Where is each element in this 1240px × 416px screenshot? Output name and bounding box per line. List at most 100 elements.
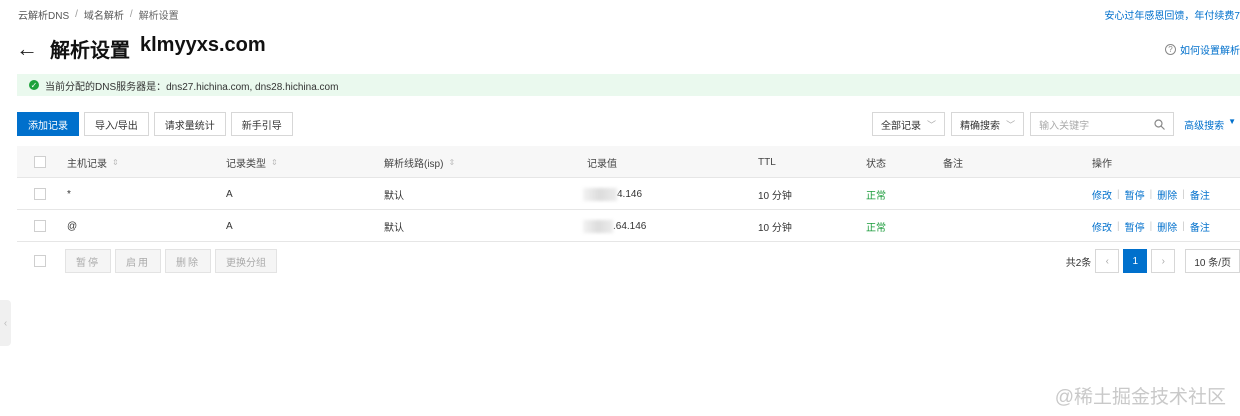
- notice-text: 当前分配的DNS服务器是：dns27.hichina.com, dns28.hi…: [45, 81, 339, 93]
- delete-link[interactable]: 删除: [1157, 219, 1177, 234]
- table-row: @ A 默认 .64.146 10 分钟 正常 修改 | 暂停 | 删除 | 备注: [17, 210, 1240, 242]
- filter-bar: 全部记录 ﹀ 精确搜索 ﹀ 输入关键字 高级搜索 ▼: [872, 112, 1240, 136]
- bulk-enable-button[interactable]: 启用: [115, 249, 161, 273]
- bulk-delete-button[interactable]: 删除: [165, 249, 211, 273]
- redacted-blur: [583, 187, 617, 201]
- cell-value: 4.146: [583, 178, 642, 210]
- page-button-current[interactable]: 1: [1123, 249, 1148, 273]
- row-select-cell: [34, 210, 46, 242]
- advanced-search-label: 高级搜索: [1184, 120, 1225, 132]
- check-circle-icon: ✓: [29, 80, 39, 90]
- page-title-domain: klmyyxs.com: [140, 34, 266, 56]
- pagination: 共2条 ‹ 1 › 10 条/页: [1066, 249, 1240, 273]
- sort-icon[interactable]: ⇕: [271, 158, 278, 167]
- page-size-select[interactable]: 10 条/页: [1185, 249, 1240, 273]
- row-actions: 修改 | 暂停 | 删除 | 备注: [1092, 178, 1210, 210]
- toolbar: 添加记录 导入/导出 请求量统计 新手引导: [17, 112, 293, 136]
- table-row: * A 默认 4.146 10 分钟 正常 修改 | 暂停 | 删除 | 备注: [17, 178, 1240, 210]
- back-arrow-icon[interactable]: ←: [16, 36, 42, 62]
- divider: |: [1117, 220, 1120, 232]
- divider: |: [1149, 220, 1153, 232]
- prev-page-icon[interactable]: ‹: [1095, 249, 1120, 273]
- edit-link[interactable]: 修改: [1092, 187, 1112, 202]
- search-mode-value: 精确搜索: [960, 120, 1001, 132]
- page-title-prefix: 解析设置: [50, 40, 130, 62]
- sort-icon[interactable]: ⇕: [448, 158, 455, 167]
- record-scope-select[interactable]: 全部记录 ﹀: [872, 112, 946, 136]
- breadcrumb-domain[interactable]: 域名解析: [84, 7, 124, 22]
- column-value: 记录值: [587, 158, 617, 170]
- divider: |: [1182, 220, 1185, 232]
- select-all-cell: [34, 146, 46, 178]
- breadcrumb-current: 解析设置: [138, 11, 179, 22]
- column-line[interactable]: 解析线路(isp) ⇕: [384, 146, 455, 178]
- cell-value-text: 4.146: [617, 188, 643, 200]
- bulk-group-button[interactable]: 更换分组: [215, 249, 277, 273]
- import-export-button[interactable]: 导入/导出: [84, 112, 149, 136]
- column-type[interactable]: 记录类型 ⇕: [226, 146, 278, 178]
- records-table: 主机记录 ⇕ 记录类型 ⇕ 解析线路(isp) ⇕ 记录值 TTL 状态 备注 操作 …: [17, 146, 1240, 242]
- delete-link[interactable]: 删除: [1157, 187, 1177, 202]
- row-checkbox[interactable]: [34, 220, 46, 232]
- column-remark: 备注: [943, 158, 963, 170]
- row-select-cell: [34, 178, 46, 210]
- table-header: 主机记录 ⇕ 记录类型 ⇕ 解析线路(isp) ⇕ 记录值 TTL 状态 备注 操作: [17, 146, 1240, 178]
- title-row: ← 解析设置 klmyyxs.com: [16, 34, 266, 63]
- bulk-pause-button[interactable]: 暂停: [65, 249, 111, 273]
- row-checkbox[interactable]: [34, 188, 46, 200]
- breadcrumb-separator: /: [129, 9, 133, 20]
- bulk-actions: 暂停 启用 删除 更换分组: [65, 249, 277, 273]
- help-link[interactable]: ? 如何设置解析: [1165, 42, 1240, 57]
- cell-status: 正常: [866, 190, 886, 202]
- redacted-blur: [583, 219, 613, 233]
- page-title: 解析设置 klmyyxs.com: [50, 34, 266, 63]
- dns-server-notice: ✓ 当前分配的DNS服务器是：dns27.hichina.com, dns28.…: [17, 74, 1240, 96]
- column-type-label: 记录类型: [226, 158, 266, 170]
- pause-link[interactable]: 暂停: [1125, 219, 1145, 234]
- column-host[interactable]: 主机记录 ⇕: [67, 146, 119, 178]
- sort-icon[interactable]: ⇕: [112, 158, 119, 167]
- cell-status: 正常: [866, 222, 886, 234]
- remark-link[interactable]: 备注: [1190, 187, 1210, 202]
- add-record-button[interactable]: 添加记录: [17, 112, 79, 136]
- breadcrumb: 云解析DNS / 域名解析 / 解析设置: [18, 7, 179, 22]
- cell-type: A: [226, 188, 233, 200]
- search-mode-select[interactable]: 精确搜索 ﹀: [951, 112, 1025, 136]
- help-link-label: 如何设置解析: [1180, 46, 1240, 57]
- collapse-sidebar-icon[interactable]: ‹: [0, 300, 11, 346]
- bulk-select-checkbox[interactable]: [34, 255, 46, 267]
- breadcrumb-dns[interactable]: 云解析DNS: [18, 7, 69, 22]
- cell-line: 默认: [384, 190, 404, 202]
- divider: |: [1182, 188, 1185, 200]
- cell-ttl: 10 分钟: [758, 222, 792, 234]
- pause-link[interactable]: 暂停: [1125, 187, 1145, 202]
- question-icon: ?: [1165, 44, 1176, 55]
- table-footer: 暂停 启用 删除 更换分组 共2条 ‹ 1 › 10 条/页: [17, 249, 1240, 273]
- remark-link[interactable]: 备注: [1190, 219, 1210, 234]
- cell-value-text: .64.146: [613, 220, 647, 232]
- keyword-search-input[interactable]: 输入关键字: [1030, 112, 1175, 136]
- column-line-label: 解析线路(isp): [384, 158, 444, 170]
- select-all-checkbox[interactable]: [34, 156, 46, 168]
- chevron-down-icon: ﹀: [927, 119, 937, 130]
- total-count: 共2条: [1065, 257, 1092, 269]
- column-actions: 操作: [1092, 158, 1112, 170]
- search-placeholder: 输入关键字: [1039, 120, 1090, 132]
- cell-type: A: [226, 220, 233, 232]
- row-actions: 修改 | 暂停 | 删除 | 备注: [1092, 210, 1210, 242]
- watermark: @稀土掘金技术社区: [1054, 387, 1226, 408]
- request-stats-button[interactable]: 请求量统计: [153, 112, 226, 136]
- advanced-search-link[interactable]: 高级搜索 ▼: [1180, 117, 1240, 132]
- guide-button[interactable]: 新手引导: [230, 112, 293, 136]
- divider: |: [1117, 188, 1120, 200]
- search-icon[interactable]: [1154, 118, 1166, 130]
- next-page-icon[interactable]: ›: [1151, 249, 1176, 273]
- cell-host: *: [67, 188, 71, 200]
- edit-link[interactable]: 修改: [1092, 219, 1112, 234]
- cell-host: @: [67, 220, 78, 232]
- promo-link[interactable]: 安心过年感恩回馈，年付续费7: [1104, 7, 1240, 22]
- page-size-value: 10 条/页: [1194, 257, 1231, 269]
- cell-ttl: 10 分钟: [758, 190, 792, 202]
- caret-down-icon: ▼: [1228, 116, 1236, 126]
- column-ttl: TTL: [758, 156, 776, 168]
